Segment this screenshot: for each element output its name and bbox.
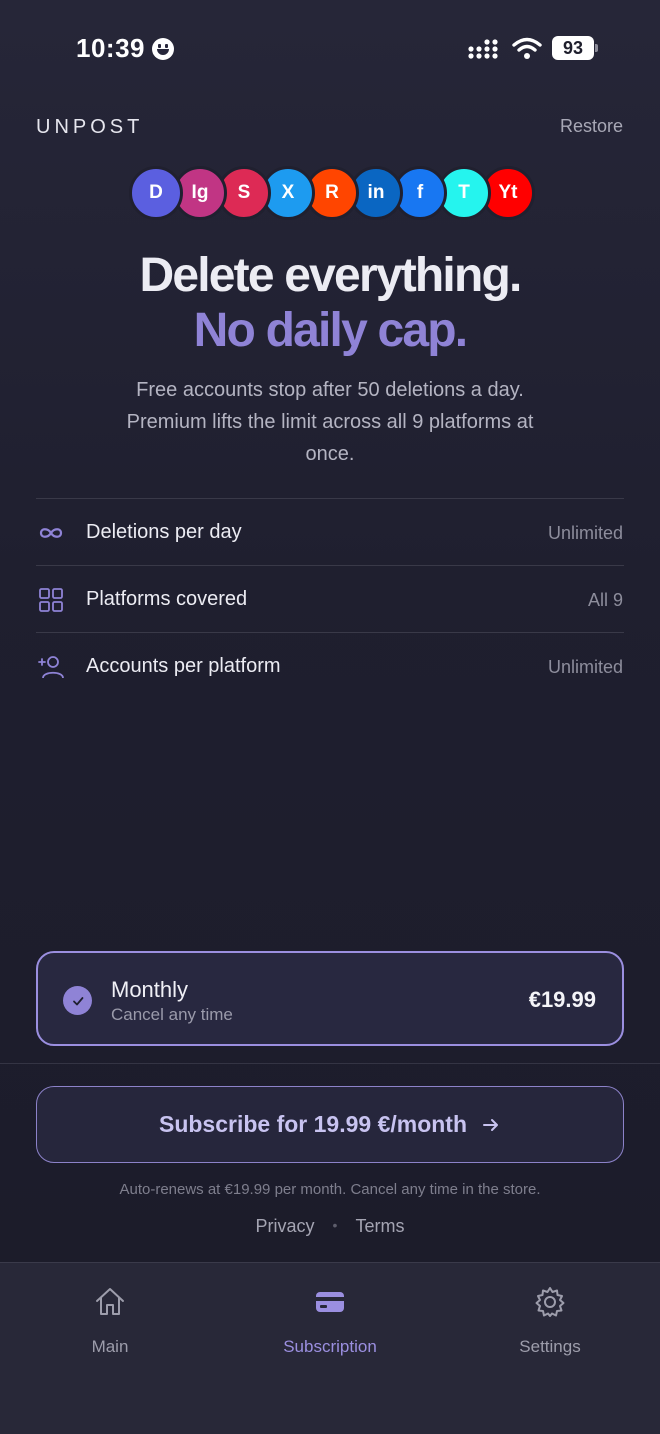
terms-link[interactable]: Terms xyxy=(355,1216,404,1236)
tab-main[interactable]: Main xyxy=(10,1285,210,1357)
restore-button[interactable]: Restore xyxy=(560,116,623,137)
battery-indicator: 93 xyxy=(552,36,598,60)
privacy-link[interactable]: Privacy xyxy=(256,1216,315,1236)
headline-accent: No daily cap. xyxy=(193,304,468,357)
feature-label: Accounts per platform xyxy=(86,655,281,677)
hero-subtitle: Free accounts stop after 50 deletions a … xyxy=(126,379,534,465)
feature-row: Deletions per day Unlimited xyxy=(36,499,624,566)
plan-note: Cancel any time xyxy=(111,1005,233,1024)
tab-label: Settings xyxy=(519,1337,581,1356)
brand-logo: UNPOST xyxy=(36,116,144,138)
feature-row: Accounts per platform Unlimited xyxy=(36,633,624,700)
smiley-icon xyxy=(152,38,174,60)
link-separator: • xyxy=(332,1217,338,1233)
feature-label: Deletions per day xyxy=(86,521,242,543)
add-user-icon xyxy=(38,656,64,679)
tab-label: Subscription xyxy=(283,1337,377,1356)
checkmark-icon xyxy=(63,986,92,1015)
infinity-icon xyxy=(39,528,63,538)
feature-value: Unlimited xyxy=(547,657,623,677)
plan-name: Monthly xyxy=(111,977,189,1002)
tab-settings[interactable]: Settings xyxy=(450,1285,650,1357)
status-time: 10:39 xyxy=(76,33,145,63)
tab-subscription[interactable]: Subscription xyxy=(230,1285,430,1357)
grid-icon xyxy=(39,588,63,612)
headline: Delete everything. xyxy=(139,249,522,302)
arrow-right-icon xyxy=(483,1118,499,1131)
plan-price: €19.99 xyxy=(528,987,596,1012)
battery-level: 93 xyxy=(552,36,594,60)
tab-label: Main xyxy=(91,1337,129,1356)
subscribe-button[interactable]: Subscribe for 19.99 €/month xyxy=(36,1086,624,1163)
platform-icons: D Ig S X Rin f T Yt xyxy=(129,166,549,220)
card-icon xyxy=(316,1292,344,1312)
subscribe-button-label: Subscribe for 19.99 €/month xyxy=(158,1111,468,1137)
platform-chip: D xyxy=(129,166,183,220)
divider xyxy=(0,1063,660,1064)
feature-list: Deletions per day Unlimited Platforms co… xyxy=(36,498,624,700)
feature-label: Platforms covered xyxy=(86,588,248,610)
tab-bar: Main Subscription Settings xyxy=(0,1262,660,1434)
cellular-signal-icon xyxy=(468,39,498,59)
feature-row: Platforms covered All 9 xyxy=(36,566,624,633)
feature-value: Unlimited xyxy=(547,523,623,543)
renewal-disclaimer: Auto-renews at €19.99 per month. Cancel … xyxy=(119,1181,541,1198)
plan-option-monthly[interactable]: Monthly Cancel any time €19.99 xyxy=(36,951,624,1046)
home-icon xyxy=(96,1288,124,1315)
feature-value: All 9 xyxy=(587,590,623,610)
status-bar: 10:39 93 xyxy=(0,0,660,96)
legal-links: Privacy • Terms xyxy=(0,1216,660,1237)
wifi-icon xyxy=(512,37,542,59)
gear-icon xyxy=(535,1287,565,1317)
